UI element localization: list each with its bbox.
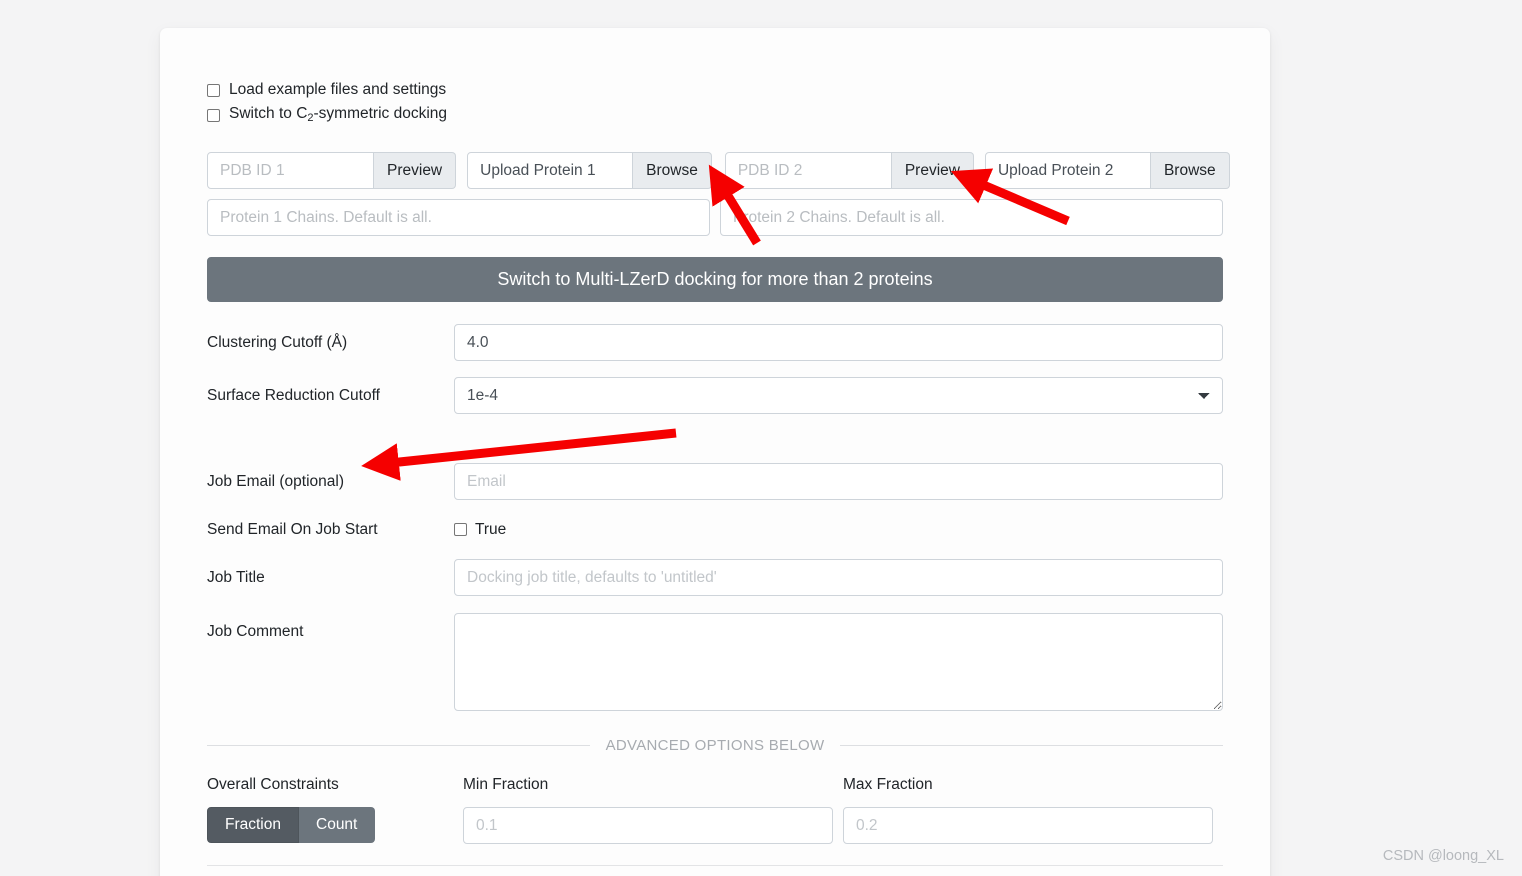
job-email-label: Job Email (optional) (207, 473, 344, 490)
protein2-chains-input[interactable] (720, 199, 1223, 236)
job-title-row: Job Title (207, 559, 1223, 596)
symmetric-docking-label: Switch to C2-symmetric docking (229, 106, 447, 124)
divider-line-right (840, 745, 1224, 746)
symmetric-docking-checkbox[interactable] (207, 108, 220, 122)
switch-multi-lzerd-button[interactable]: Switch to Multi-LZerD docking for more t… (207, 257, 1223, 302)
job-comment-row: Job Comment (207, 613, 1223, 711)
pdb-id-1-input[interactable] (207, 152, 374, 189)
advanced-section-divider (207, 865, 1223, 866)
min-fraction-input[interactable] (463, 807, 833, 844)
form-content: Load example files and settings Switch t… (207, 78, 1230, 876)
constraints-toggle-group: Fraction Count (207, 807, 463, 843)
max-fraction-col: Max Fraction (843, 776, 1223, 844)
job-title-label: Job Title (207, 569, 265, 586)
send-email-checkbox-wrap[interactable]: True (454, 511, 506, 548)
pdb2-input-group: Preview (724, 152, 974, 189)
pdb1-input-group: Preview (207, 152, 457, 189)
symmetric-suffix: -symmetric docking (313, 105, 448, 123)
overall-constraints-label: Overall Constraints (207, 776, 339, 793)
min-fraction-col: Min Fraction (463, 776, 843, 844)
protein-inputs-row: Preview Upload Protein 1 Browse Preview … (207, 152, 1230, 189)
toggle-count-button[interactable]: Count (299, 807, 376, 843)
advanced-options-row: Overall Constraints Fraction Count Min F… (207, 776, 1223, 844)
protein1-chains-input[interactable] (207, 199, 710, 236)
surface-reduction-label: Surface Reduction Cutoff (207, 387, 380, 404)
divider-text: ADVANCED OPTIONS BELOW (605, 737, 825, 754)
load-example-label: Load example files and settings (229, 81, 447, 99)
send-email-checkbox-text: True (475, 520, 507, 538)
upload-protein1-label[interactable]: Upload Protein 1 (467, 152, 634, 189)
preview-protein2-button[interactable]: Preview (891, 152, 974, 189)
symmetric-docking-row[interactable]: Switch to C2-symmetric docking (207, 103, 1223, 127)
surface-reduction-row: Surface Reduction Cutoff 1e-4 (207, 377, 1223, 414)
job-comment-textarea[interactable] (454, 613, 1223, 711)
advanced-options-divider: ADVANCED OPTIONS BELOW (207, 737, 1224, 754)
job-email-row: Job Email (optional) (207, 463, 1223, 500)
watermark-text: CSDN @loong_XL (1382, 848, 1504, 864)
min-fraction-label: Min Fraction (463, 776, 549, 793)
load-example-checkbox[interactable] (207, 83, 220, 97)
docking-form-card: Load example files and settings Switch t… (160, 28, 1270, 876)
browse-protein1-button[interactable]: Browse (633, 152, 712, 189)
max-fraction-input[interactable] (843, 807, 1213, 844)
job-title-input[interactable] (454, 559, 1223, 596)
upload1-input-group: Upload Protein 1 Browse (467, 152, 712, 189)
toggle-fraction-button[interactable]: Fraction (207, 807, 299, 843)
surface-reduction-select[interactable]: 1e-4 (454, 377, 1223, 414)
upload2-input-group: Upload Protein 2 Browse (984, 152, 1230, 189)
send-email-checkbox[interactable] (454, 523, 467, 536)
pdb-id-2-input[interactable] (724, 152, 892, 189)
divider-line-left (207, 745, 590, 746)
app-page: Load example files and settings Switch t… (0, 0, 1522, 876)
preview-protein1-button[interactable]: Preview (374, 152, 457, 189)
browse-protein2-button[interactable]: Browse (1150, 152, 1230, 189)
chains-row (207, 199, 1223, 236)
job-comment-label: Job Comment (207, 623, 304, 640)
symmetric-prefix: Switch to C (229, 105, 308, 123)
overall-constraints-col: Overall Constraints Fraction Count (207, 776, 463, 844)
max-fraction-label: Max Fraction (843, 776, 933, 793)
send-email-row: Send Email On Job Start True (207, 511, 1223, 548)
clustering-cutoff-label: Clustering Cutoff (Å) (207, 334, 348, 351)
clustering-cutoff-input[interactable] (454, 324, 1223, 361)
job-email-input[interactable] (454, 463, 1223, 500)
send-email-label: Send Email On Job Start (207, 521, 378, 538)
clustering-cutoff-row: Clustering Cutoff (Å) (207, 324, 1223, 361)
upload-protein2-label[interactable]: Upload Protein 2 (984, 152, 1151, 189)
load-example-row[interactable]: Load example files and settings (207, 78, 1223, 102)
